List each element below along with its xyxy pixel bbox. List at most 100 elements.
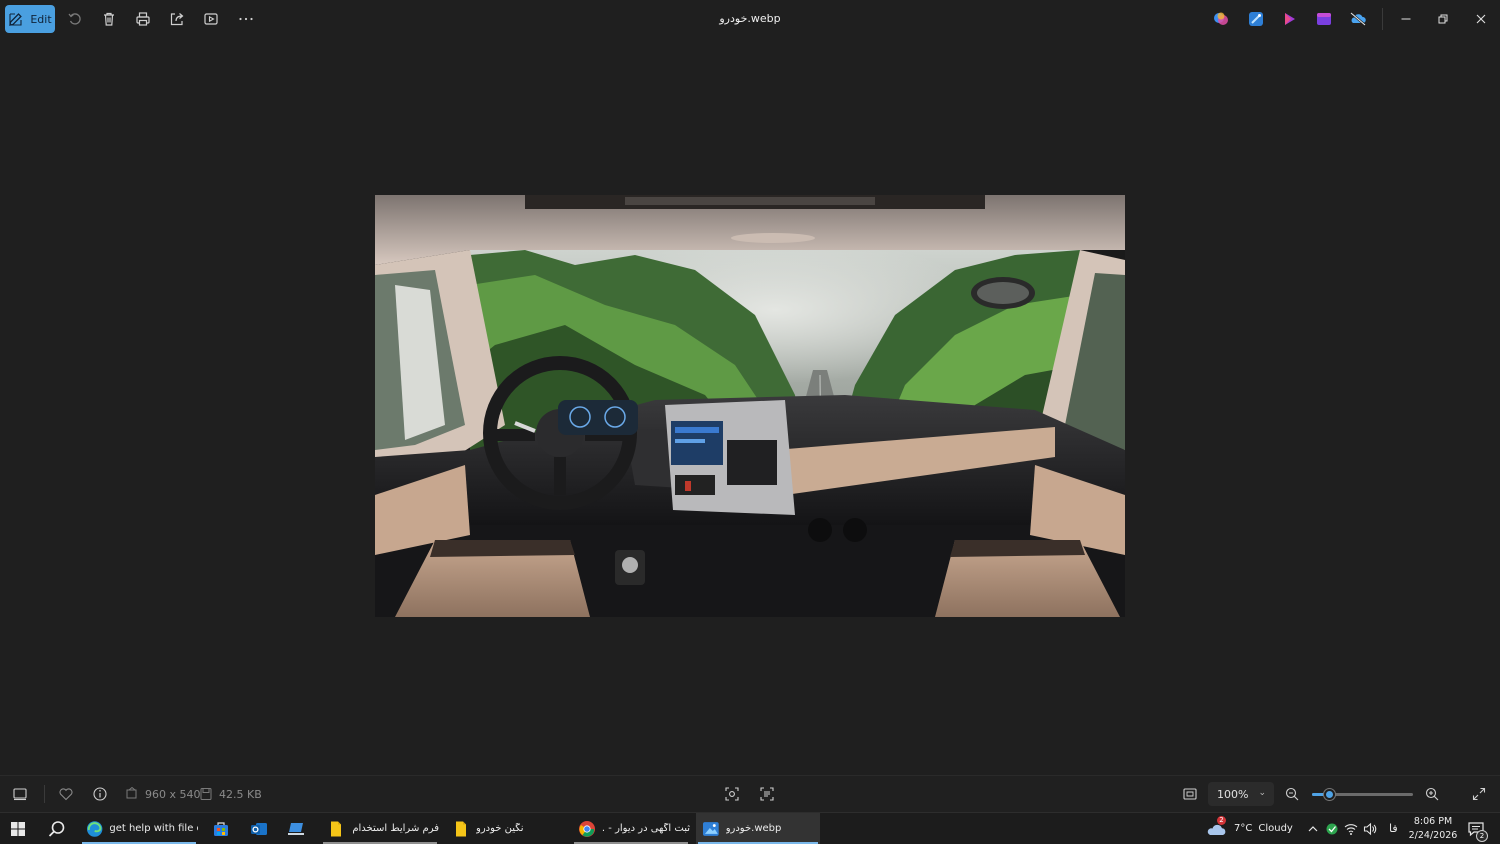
taskbar-item-outlook[interactable] (244, 813, 274, 844)
network-button[interactable] (1342, 813, 1360, 844)
slideshow-button[interactable] (198, 5, 224, 33)
full-screen-button[interactable] (1471, 786, 1487, 802)
title-bar: Edit خودرو.webp (0, 0, 1500, 38)
copilot-button[interactable] (1212, 10, 1230, 28)
chevron-down-icon: ⌄ (1258, 788, 1266, 798)
taskbar-item-chrome[interactable]: ثبت آگهی در دیوار - ... (572, 813, 690, 844)
zoom-out-button[interactable] (1284, 786, 1300, 802)
taskbar-item-label: فرم شرایط استخدام ... (351, 823, 439, 834)
taskbar-item-document[interactable]: فرم شرایط استخدام ... (321, 813, 439, 844)
edit-button[interactable]: Edit (5, 5, 55, 33)
filmstrip-icon (13, 788, 27, 801)
truck-cabin-photo (375, 195, 1125, 617)
edit-icon (9, 13, 23, 26)
close-button[interactable] (1463, 4, 1499, 34)
divider (44, 785, 45, 803)
onedrive-button[interactable] (1349, 10, 1367, 28)
clock[interactable]: 8:06 PM 2/24/2026 (1408, 815, 1458, 843)
filesize-icon (198, 786, 214, 802)
taskbar-item-label: خودرو.webp (725, 823, 782, 834)
taskbar-item-label: get help with file ex... (109, 823, 198, 834)
restore-icon (1438, 14, 1448, 24)
outlook-icon (251, 822, 267, 835)
more-button[interactable] (232, 5, 260, 33)
start-button[interactable] (4, 813, 34, 844)
zoom-in-icon (1425, 787, 1439, 801)
photo-image (375, 195, 1125, 617)
search-button[interactable] (42, 813, 72, 844)
zoom-dropdown[interactable]: 100% ⌄ (1208, 782, 1274, 806)
copilot-icon (1214, 12, 1228, 25)
taskbar: get help with file ex... فرم شرایط استخد… (0, 812, 1500, 844)
photos-editor-button[interactable] (1247, 10, 1265, 28)
designer-button[interactable] (1315, 10, 1333, 28)
rotate-button[interactable] (62, 5, 88, 33)
scan-text-button[interactable] (759, 786, 775, 802)
share-icon (170, 13, 184, 26)
photos-icon (702, 821, 719, 836)
photos-editor-icon (1249, 12, 1263, 26)
onedrive-off-icon (1350, 12, 1366, 26)
weather-badge: 2 (1217, 816, 1226, 825)
file-icon (331, 821, 341, 836)
heart-icon (59, 788, 73, 801)
taskbar-item-laptop-app[interactable] (282, 813, 312, 844)
divider (1382, 8, 1383, 30)
chrome-icon (579, 820, 595, 837)
clock-date: 2/24/2026 (1408, 830, 1458, 841)
chevron-up-icon (1308, 825, 1318, 831)
edit-label: Edit (30, 12, 52, 26)
print-button[interactable] (130, 5, 156, 33)
store-icon (214, 821, 228, 836)
taskbar-item-folder[interactable]: نگین خودرو (446, 813, 564, 844)
filmstrip-button[interactable] (12, 786, 28, 802)
clock-time: 8:06 PM (1413, 816, 1453, 827)
volume-button[interactable] (1361, 813, 1379, 844)
edge-icon (86, 820, 103, 837)
zoom-in-button[interactable] (1424, 786, 1440, 802)
clipchamp-icon (1285, 13, 1295, 25)
notification-badge: 2 (1476, 830, 1488, 842)
zoom-slider[interactable] (1312, 788, 1413, 801)
scan-text-icon (760, 787, 774, 801)
taskbar-item-label: نگین خودرو (476, 823, 524, 834)
minimize-icon (1401, 18, 1411, 20)
close-icon (1476, 14, 1486, 24)
restore-button[interactable] (1425, 4, 1461, 34)
fit-window-icon (1183, 788, 1197, 800)
designer-icon (1317, 13, 1331, 25)
volume-icon (1363, 822, 1377, 835)
taskbar-item-edge[interactable]: get help with file ex... (80, 813, 198, 844)
language-indicator[interactable]: فا (1389, 822, 1398, 835)
laptop-app-icon (288, 822, 304, 835)
fit-to-window-button[interactable] (1182, 786, 1198, 802)
dimensions-icon (124, 786, 140, 802)
more-icon (239, 17, 253, 21)
window-title: خودرو.webp (719, 12, 781, 25)
share-button[interactable] (164, 5, 190, 33)
weather-description: Cloudy (1258, 823, 1293, 834)
slideshow-icon (204, 13, 218, 25)
delete-button[interactable] (96, 5, 122, 33)
taskbar-item-store[interactable] (206, 813, 236, 844)
windows-icon (11, 821, 25, 836)
image-dimensions: 960 x 540 (145, 788, 201, 801)
zoom-out-icon (1285, 787, 1299, 801)
show-hidden-icons-button[interactable] (1305, 813, 1323, 844)
rotate-icon (68, 13, 81, 25)
tray-app-button[interactable] (1323, 813, 1341, 844)
favorite-button[interactable] (58, 786, 74, 802)
info-icon (93, 787, 107, 801)
taskbar-item-photos[interactable]: خودرو.webp (696, 813, 820, 844)
zoom-slider-thumb[interactable] (1323, 788, 1336, 801)
taskbar-item-label: ثبت آگهی در دیوار - ... (602, 823, 690, 834)
delete-icon (104, 12, 114, 26)
zoom-value: 100% (1217, 788, 1249, 801)
wifi-icon (1344, 823, 1358, 835)
info-button[interactable] (92, 786, 108, 802)
search-icon (48, 820, 65, 837)
visual-search-icon (725, 787, 739, 801)
visual-search-button[interactable] (724, 786, 740, 802)
clipchamp-button[interactable] (1281, 10, 1299, 28)
minimize-button[interactable] (1388, 4, 1424, 34)
